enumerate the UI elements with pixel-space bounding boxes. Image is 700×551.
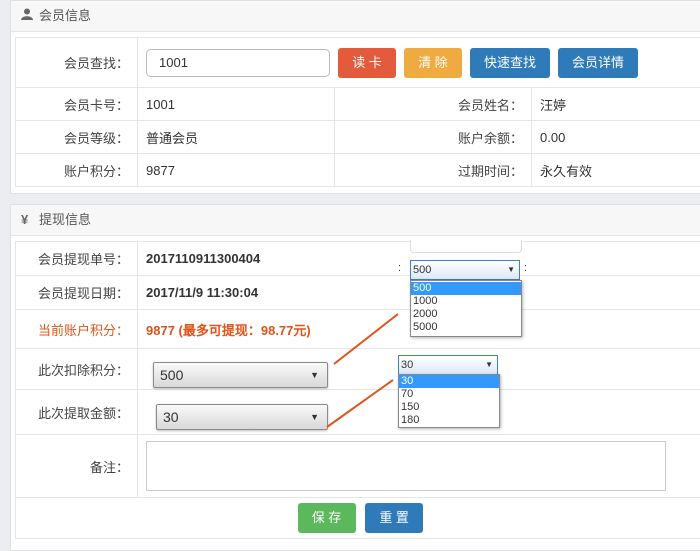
annotation-line-points xyxy=(334,314,398,364)
annotation-line-amount xyxy=(327,380,393,427)
annotation-lines xyxy=(0,0,700,543)
